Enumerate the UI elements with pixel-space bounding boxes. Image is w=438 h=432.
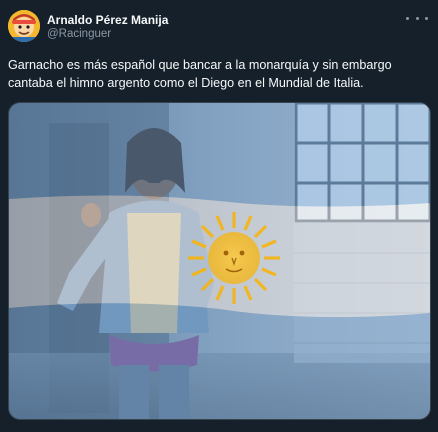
more-options-icon-dot xyxy=(415,16,419,20)
argentina-flag-overlay-image xyxy=(9,103,430,419)
tweet-card[interactable]: Arnaldo Pérez Manija @Racinguer Garnacho… xyxy=(0,0,438,432)
tweet-media-photo[interactable] xyxy=(8,102,431,420)
author-display-name[interactable]: Arnaldo Pérez Manija xyxy=(47,13,387,27)
more-options-icon-dot xyxy=(425,16,428,20)
more-options-button[interactable] xyxy=(406,10,428,26)
more-options-icon xyxy=(406,16,409,20)
author-block: Arnaldo Pérez Manija @Racinguer xyxy=(47,13,387,42)
author-handle[interactable]: @Racinguer xyxy=(47,27,387,42)
tweet-text: Garnacho es más español que bancar a la … xyxy=(8,58,392,90)
cartoon-avatar-icon xyxy=(8,10,40,42)
author-avatar[interactable] xyxy=(8,10,40,42)
